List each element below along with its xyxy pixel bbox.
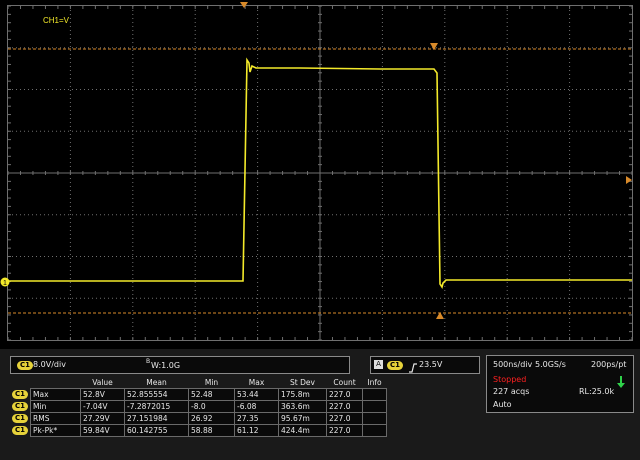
- row-info: [362, 424, 388, 437]
- horizontal-scale: 500ns/div: [493, 360, 533, 369]
- row-channel-badge: C1: [12, 414, 29, 424]
- row-info: [362, 412, 388, 425]
- row-name: Max: [30, 388, 82, 401]
- trigger-mode-badge: A: [374, 360, 383, 369]
- measurement-row-rms[interactable]: C1 RMS 27.29V 27.151984 26.92 27.35 95.6…: [10, 412, 388, 425]
- acquisition-count: 227 acqs: [493, 387, 530, 396]
- row-mean: -7.2872015: [124, 400, 190, 413]
- row-stdev: 175.8m: [278, 388, 328, 401]
- row-count: 227.0: [326, 388, 364, 401]
- row-mean: 60.142755: [124, 424, 190, 437]
- row-count: 227.0: [326, 424, 364, 437]
- bandwidth-limit: W:1.0G: [151, 361, 181, 370]
- row-value: -7.04V: [80, 400, 126, 413]
- trigger-level: 23.5V: [419, 360, 443, 369]
- vertical-scale: 8.0V/div: [33, 360, 66, 369]
- row-channel-badge: C1: [12, 390, 29, 400]
- row-channel-badge: C1: [12, 402, 29, 412]
- row-min: 58.88: [188, 424, 236, 437]
- bandwidth-prefix: B: [146, 358, 151, 365]
- channel-label: CH1=V: [43, 16, 70, 25]
- header-badge: [10, 377, 31, 389]
- header-max: Max: [248, 378, 265, 387]
- row-max: 27.35: [234, 412, 280, 425]
- row-info: [362, 388, 388, 401]
- row-mean: 27.151984: [124, 412, 190, 425]
- header-min: Min: [204, 378, 219, 387]
- trigger-source-badge: C1: [387, 361, 404, 370]
- measurement-row-max[interactable]: C1 Max 52.8V 52.855554 52.48 53.44 175.8…: [10, 388, 388, 401]
- row-max: 61.12: [234, 424, 280, 437]
- green-down-arrow-icon: [617, 373, 625, 392]
- acquisition-panel[interactable]: 500ns/div 5.0GS/s 200ps/pt Stopped 227 a…: [486, 355, 634, 413]
- run-state: Stopped: [493, 375, 527, 384]
- row-channel-badge: C1: [12, 426, 29, 436]
- channel-badge: C1: [17, 361, 34, 370]
- row-stdev: 95.67m: [278, 412, 328, 425]
- measurement-table: Value Mean Min Max St Dev Count Info C1 …: [10, 377, 388, 437]
- row-name: Min: [30, 400, 82, 413]
- trigger-settings[interactable]: A C1 23.5V: [370, 356, 480, 374]
- row-name: RMS: [30, 412, 82, 425]
- row-max: -6.08: [234, 400, 280, 413]
- row-stdev: 363.6m: [278, 400, 328, 413]
- record-length: RL:25.0k: [579, 387, 615, 396]
- measurement-row-pkpk[interactable]: C1 Pk-Pk* 59.84V 60.142755 58.88 61.12 4…: [10, 424, 388, 437]
- row-value: 52.8V: [80, 388, 126, 401]
- point-interval: 200ps/pt: [591, 360, 627, 369]
- row-stdev: 424.4m: [278, 424, 328, 437]
- row-min: -8.0: [188, 400, 236, 413]
- sample-rate: 5.0GS/s: [535, 360, 566, 369]
- rising-edge-icon: [408, 359, 418, 378]
- row-max: 53.44: [234, 388, 280, 401]
- acquisition-mode: Auto: [493, 400, 512, 409]
- row-value: 27.29V: [80, 412, 126, 425]
- vertical-settings[interactable]: C1 8.0V/div B W:1.0G: [10, 356, 350, 374]
- row-count: 227.0: [326, 412, 364, 425]
- row-value: 59.84V: [80, 424, 126, 437]
- row-count: 227.0: [326, 400, 364, 413]
- header-count: Count: [333, 378, 356, 387]
- row-mean: 52.855554: [124, 388, 190, 401]
- row-info: [362, 400, 388, 413]
- header-name: [31, 377, 81, 389]
- measurement-row-min[interactable]: C1 Min -7.04V -7.2872015 -8.0 -6.08 363.…: [10, 400, 388, 413]
- row-min: 52.48: [188, 388, 236, 401]
- header-mean: Mean: [146, 378, 167, 387]
- row-min: 26.92: [188, 412, 236, 425]
- row-name: Pk-Pk*: [30, 424, 82, 437]
- svg-text:1: 1: [3, 280, 7, 287]
- header-stdev: St Dev: [290, 378, 315, 387]
- header-info: Info: [367, 378, 382, 387]
- measurement-header-row: Value Mean Min Max St Dev Count Info: [10, 377, 387, 389]
- header-value: Value: [92, 378, 113, 387]
